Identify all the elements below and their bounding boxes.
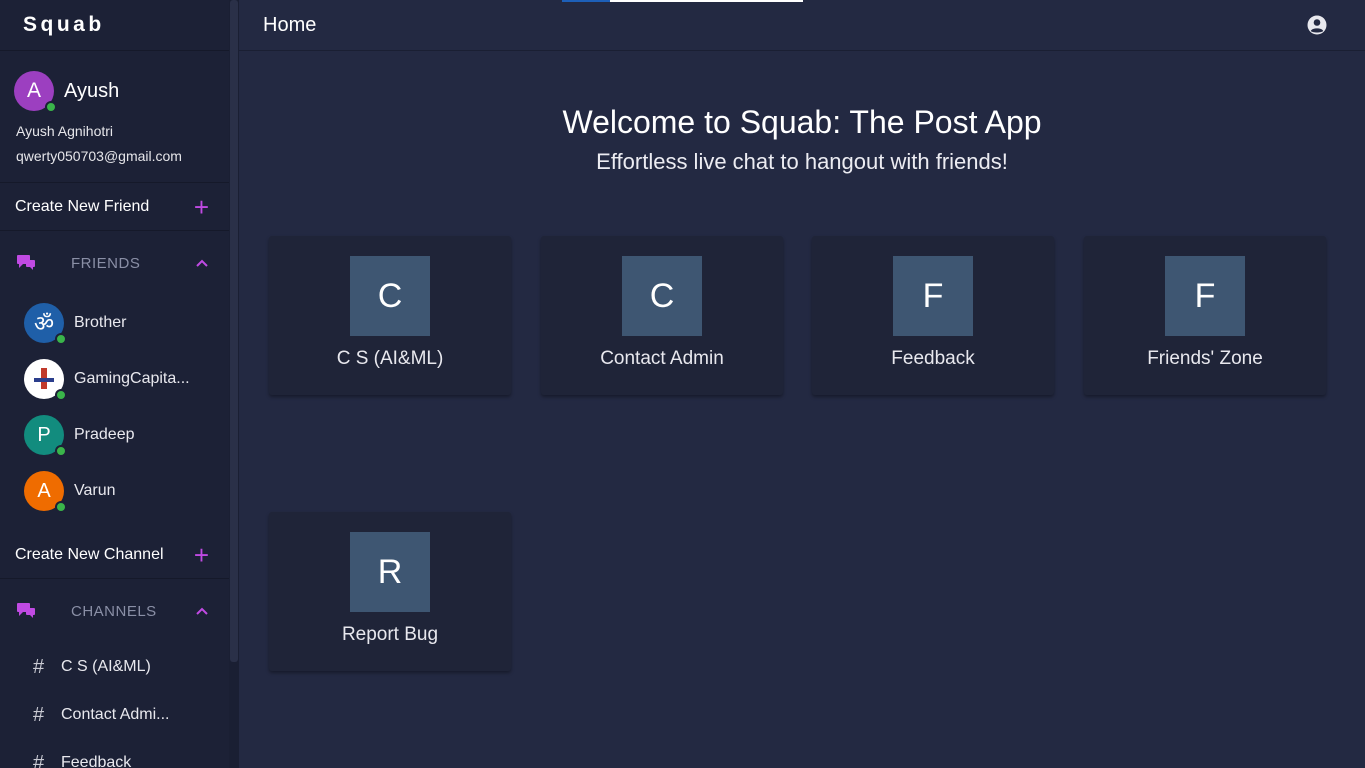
channel-card[interactable]: F Friends' Zone: [1084, 236, 1326, 395]
create-new-friend-button[interactable]: Create New Friend +: [0, 183, 229, 231]
channel-card-tile: F: [893, 256, 973, 336]
welcome-subheading: Effortless live chat to hangout with fri…: [596, 149, 1008, 174]
account-circle-icon[interactable]: [1307, 15, 1327, 35]
channel-card-name: Report Bug: [341, 624, 439, 645]
channel-card[interactable]: C C S (AI&ML): [269, 236, 511, 395]
friend-avatar: P: [24, 415, 67, 457]
friend-item-gamingcapital[interactable]: GamingCapita...: [0, 351, 229, 407]
channel-card[interactable]: R Report Bug: [269, 512, 511, 671]
user-email: qwerty050703@gmail.com: [16, 148, 182, 164]
online-status-icon: [55, 333, 67, 345]
user-display-name: Ayush: [64, 79, 120, 102]
channel-card[interactable]: F Feedback: [812, 236, 1054, 395]
channel-card-name: C S (AI&ML): [336, 348, 444, 369]
gaming-logo-avatar-icon: [24, 359, 67, 401]
welcome-section: Welcome to Squab: The Post App Effortles…: [239, 104, 1365, 175]
friend-name: GamingCapita...: [74, 370, 190, 387]
channel-item[interactable]: # Contact Admi...: [0, 691, 229, 739]
loading-progress-bar: [562, 0, 803, 2]
chat-bubbles-icon: [17, 255, 35, 270]
om-avatar-icon: ॐ: [24, 303, 67, 345]
channel-card-tile: F: [1165, 256, 1245, 336]
scrollbar-thumb[interactable]: [230, 0, 238, 662]
brand-logo[interactable]: Squab: [0, 0, 229, 51]
online-status-icon: [55, 389, 67, 401]
top-bar: Home: [239, 0, 1365, 51]
page-title: Home: [263, 14, 317, 36]
channel-card-tile: C: [622, 256, 702, 336]
chevron-up-icon[interactable]: [195, 606, 209, 616]
friends-section-label: FRIENDS: [71, 254, 141, 272]
friend-item-varun[interactable]: A Varun: [0, 463, 229, 519]
channel-card-tile: C: [350, 256, 430, 336]
hash-icon: #: [33, 751, 45, 768]
online-status-icon: [55, 501, 67, 513]
channel-card-name: Friends' Zone: [1147, 348, 1263, 369]
channels-section-header[interactable]: CHANNELS: [0, 579, 229, 643]
friend-name: Pradeep: [74, 426, 135, 443]
hash-icon: #: [33, 703, 45, 726]
online-status-icon: [45, 101, 57, 113]
user-avatar-initial: A: [26, 79, 41, 102]
chat-bubbles-icon: [17, 603, 35, 618]
sidebar-scrollbar[interactable]: [229, 0, 239, 768]
channel-card-tile: R: [350, 532, 430, 612]
friend-name: Varun: [74, 482, 116, 499]
hash-icon: #: [33, 655, 45, 678]
loading-progress-fill: [562, 0, 610, 2]
add-channel-plus-icon[interactable]: +: [194, 542, 209, 568]
user-profile: A Ayush Ayush Agnihotri qwerty050703@gma…: [0, 51, 229, 183]
create-new-channel-label: Create New Channel: [15, 545, 164, 563]
channel-card-name: Contact Admin: [600, 348, 724, 369]
friend-name: Brother: [74, 314, 127, 331]
channel-item[interactable]: # C S (AI&ML): [0, 643, 229, 691]
user-full-name: Ayush Agnihotri: [16, 123, 114, 139]
friend-avatar-initial: P: [37, 423, 51, 446]
friend-avatar-initial: A: [37, 479, 51, 502]
friend-item-brother[interactable]: ॐ Brother: [0, 295, 229, 351]
channel-name: C S (AI&ML): [61, 658, 151, 675]
sidebar: Squab A Ayush Ayush Agnihotri qwerty0507…: [0, 0, 229, 768]
welcome-heading: Welcome to Squab: The Post App: [562, 104, 1042, 140]
chevron-up-icon[interactable]: [195, 258, 209, 268]
create-new-friend-label: Create New Friend: [15, 197, 150, 215]
friends-section-header[interactable]: FRIENDS: [0, 231, 229, 295]
friend-avatar: A: [24, 471, 67, 513]
create-new-channel-button[interactable]: Create New Channel +: [0, 531, 229, 579]
channel-name: Feedback: [61, 754, 132, 768]
channel-card[interactable]: C Contact Admin: [541, 236, 783, 395]
online-status-icon: [55, 445, 67, 457]
channel-item[interactable]: # Feedback: [0, 739, 229, 768]
channel-name: Contact Admi...: [61, 706, 170, 723]
friend-item-pradeep[interactable]: P Pradeep: [0, 407, 229, 463]
channel-card-name: Feedback: [891, 348, 975, 369]
user-avatar[interactable]: A: [14, 71, 57, 113]
add-friend-plus-icon[interactable]: +: [194, 194, 209, 220]
channels-section-label: CHANNELS: [71, 602, 157, 620]
